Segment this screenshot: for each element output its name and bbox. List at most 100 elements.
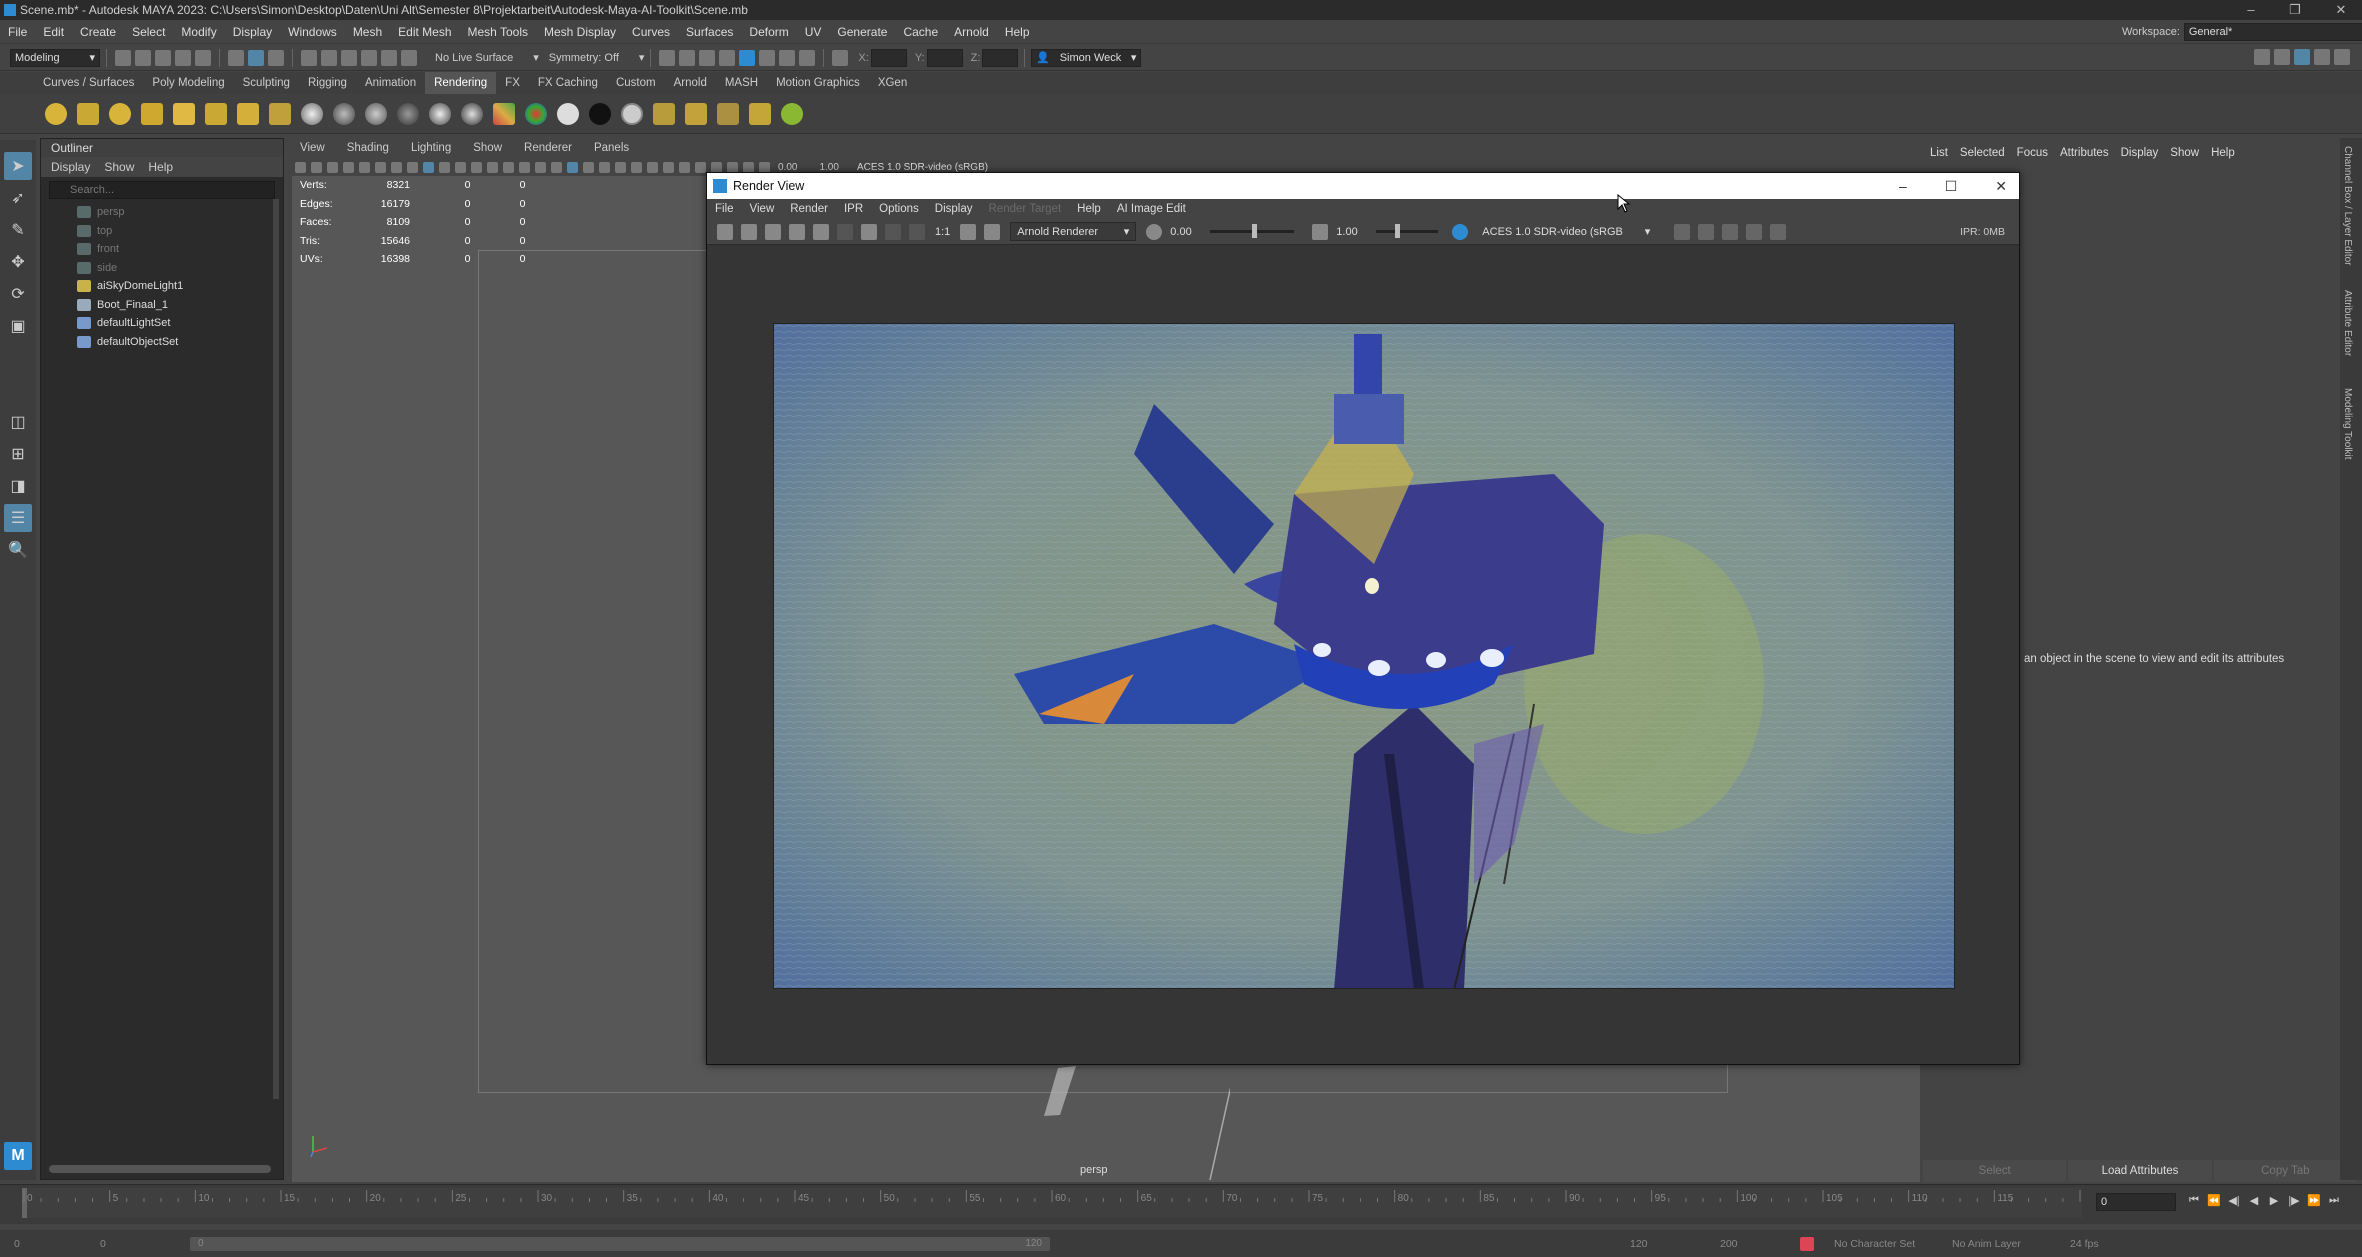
modeling-toolkit-tab[interactable]: Modeling Toolkit xyxy=(2342,388,2353,460)
shelf-tab-poly-modeling[interactable]: Poly Modeling xyxy=(143,72,233,94)
attribute-menu-attributes[interactable]: Attributes xyxy=(2060,147,2109,159)
hypershade-icon[interactable] xyxy=(739,49,756,66)
viewport-tool-icon[interactable] xyxy=(374,161,386,173)
play-backwards-icon[interactable]: ◀ xyxy=(2246,1194,2262,1208)
view-transform-icon[interactable] xyxy=(1452,223,1469,240)
viewport-tool-icon[interactable] xyxy=(598,161,610,173)
open-scene-icon[interactable] xyxy=(135,49,151,66)
step-back-frame-icon[interactable]: ◀| xyxy=(2226,1194,2242,1208)
snap-view-icon[interactable] xyxy=(361,49,377,66)
snapshot-compare-icon[interactable] xyxy=(1698,223,1715,240)
select-component-icon[interactable] xyxy=(268,49,284,66)
texture-icon[interactable] xyxy=(493,102,515,125)
viewport-tool-icon[interactable] xyxy=(710,161,722,173)
character-set-dropdown[interactable]: No Character Set xyxy=(1834,1238,1952,1250)
menu-curves[interactable]: Curves xyxy=(624,20,678,44)
shelf-tab-mash[interactable]: MASH xyxy=(716,72,767,94)
absolute-transform-icon[interactable] xyxy=(832,49,849,66)
go-to-end-icon[interactable]: ⏭ xyxy=(2326,1194,2342,1208)
outliner-menu-help[interactable]: Help xyxy=(148,160,173,174)
snap-curve-icon[interactable] xyxy=(321,49,337,66)
render-setup-icon[interactable] xyxy=(759,49,776,66)
attribute-menu-list[interactable]: List xyxy=(1930,147,1948,159)
shelf-tab-rendering[interactable]: Rendering xyxy=(425,72,497,94)
save-scene-icon[interactable] xyxy=(155,49,171,66)
toggle-panel-icon[interactable] xyxy=(2294,49,2310,65)
close-icon[interactable]: ✕ xyxy=(1995,178,2007,195)
attribute-menu-help[interactable]: Help xyxy=(2211,147,2235,159)
ratio-label[interactable]: 1:1 xyxy=(935,226,950,238)
rotate-tool-icon[interactable]: ⟳ xyxy=(4,280,32,308)
scale-tool-icon[interactable]: ▣ xyxy=(4,312,32,340)
menu-mesh-tools[interactable]: Mesh Tools xyxy=(460,20,536,44)
auto-key-icon[interactable] xyxy=(1800,1236,1814,1251)
restore-icon[interactable]: ❐ xyxy=(2280,0,2310,20)
snapshot-icon[interactable] xyxy=(765,223,781,240)
viewport-tool-icon[interactable] xyxy=(758,161,770,173)
exposure-slider-handle[interactable] xyxy=(1252,224,1258,238)
phong-shader-icon[interactable] xyxy=(365,102,387,125)
outliner-item[interactable]: aiSkyDomeLight1 xyxy=(41,277,283,296)
viewport-tool-icon[interactable] xyxy=(470,161,482,173)
spot-light-icon[interactable] xyxy=(109,102,131,125)
viewport-tool-icon[interactable] xyxy=(358,161,370,173)
render-layer-icon[interactable] xyxy=(269,102,291,125)
eye-icon[interactable] xyxy=(1770,223,1787,240)
render-options-icon[interactable] xyxy=(1746,223,1763,240)
range-end-field-2[interactable]: 200 xyxy=(1720,1238,1800,1250)
gamma-slider-handle[interactable] xyxy=(1394,224,1400,238)
blinn-shader-icon[interactable] xyxy=(301,102,323,125)
shelf-tab-sculpting[interactable]: Sculpting xyxy=(234,72,299,94)
snap-surface-icon[interactable] xyxy=(381,49,397,66)
viewport-tool-icon[interactable] xyxy=(566,161,578,173)
menu-modify[interactable]: Modify xyxy=(173,20,224,44)
select-button[interactable]: Select xyxy=(1923,1160,2067,1182)
select-hierarchy-icon[interactable] xyxy=(228,49,244,66)
redo-icon[interactable] xyxy=(195,49,211,66)
copy-tab-button[interactable]: Copy Tab xyxy=(2213,1160,2357,1182)
settings-icon[interactable] xyxy=(1674,223,1691,240)
outliner-item[interactable]: persp xyxy=(41,203,283,222)
outliner-scrollbar[interactable] xyxy=(49,1165,271,1173)
surface-shader-icon[interactable] xyxy=(397,102,419,125)
outliner-item[interactable]: Boot_Finaal_1 xyxy=(41,296,283,315)
attribute-menu-selected[interactable]: Selected xyxy=(1960,147,2005,159)
render-view-menu-ipr[interactable]: IPR xyxy=(836,203,871,215)
viewport-tool-icon[interactable] xyxy=(582,161,594,173)
menu-select[interactable]: Select xyxy=(124,20,173,44)
light-editor-icon[interactable] xyxy=(779,49,796,66)
viewport-tool-icon[interactable] xyxy=(630,161,642,173)
menu-create[interactable]: Create xyxy=(72,20,124,44)
single-view-icon[interactable]: ◫ xyxy=(4,408,32,436)
ramp-shader-icon[interactable] xyxy=(429,102,451,125)
viewport-tool-icon[interactable] xyxy=(486,161,498,173)
redo-render-icon[interactable] xyxy=(717,223,733,240)
render-view-menu-view[interactable]: View xyxy=(742,203,783,215)
menu-mesh[interactable]: Mesh xyxy=(345,20,390,44)
attribute-menu-focus[interactable]: Focus xyxy=(2017,147,2048,159)
gamma-icon[interactable] xyxy=(1312,223,1329,240)
menu-arnold[interactable]: Arnold xyxy=(946,20,997,44)
volume-light-icon[interactable] xyxy=(205,102,227,125)
white-sphere-icon[interactable] xyxy=(557,102,579,125)
gray-sphere-icon[interactable] xyxy=(621,102,643,125)
viewport-menu-show[interactable]: Show xyxy=(465,142,502,154)
exposure-value[interactable]: 0.00 xyxy=(1170,226,1210,238)
point-light-icon[interactable] xyxy=(45,102,67,125)
shelf-tab-arnold[interactable]: Arnold xyxy=(665,72,716,94)
channel-box-tab[interactable]: Channel Box / Layer Editor xyxy=(2342,146,2353,266)
renderer-dropdown[interactable]: Arnold Renderer ▾ xyxy=(1010,222,1137,241)
toggle-panel-icon[interactable] xyxy=(2254,49,2270,65)
alpha-channel-icon[interactable] xyxy=(909,223,925,240)
outliner-search-input[interactable]: Search... xyxy=(49,181,275,199)
viewport-tool-icon[interactable] xyxy=(534,161,546,173)
outliner-item[interactable]: defaultObjectSet xyxy=(41,333,283,352)
viewport-tool-icon[interactable] xyxy=(390,161,402,173)
render-view-menu-file[interactable]: File xyxy=(707,203,742,215)
viewport-tool-icon[interactable] xyxy=(438,161,450,173)
step-forward-frame-icon[interactable]: |▶ xyxy=(2286,1194,2302,1208)
gamma-slider[interactable] xyxy=(1376,224,1439,238)
fps-dropdown[interactable]: 24 fps xyxy=(2070,1238,2140,1250)
viewport-tool-icon[interactable] xyxy=(454,161,466,173)
range-start-field-2[interactable]: 0 xyxy=(100,1238,190,1250)
